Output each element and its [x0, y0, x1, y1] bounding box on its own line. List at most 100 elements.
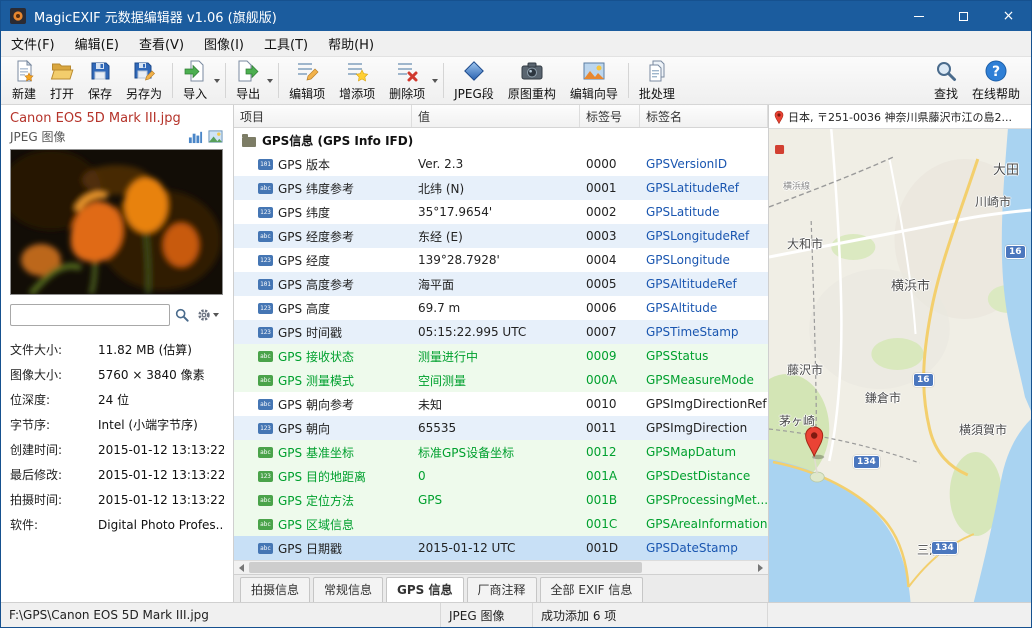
status-file-type: JPEG 图像	[441, 603, 533, 627]
tab-4[interactable]: 全部 EXIF 信息	[539, 577, 644, 602]
menu-item-5[interactable]: 帮助(H)	[318, 31, 384, 56]
minimize-button[interactable]	[896, 1, 941, 31]
rebuild-button[interactable]: 原图重构	[501, 58, 563, 103]
tab-2[interactable]: GPS 信息	[386, 577, 464, 602]
datatype-icon: abc	[258, 182, 273, 194]
row-item-label: GPS 经度	[278, 253, 330, 268]
table-row[interactable]: 123 GPS 纬度 35°17.9654' 0002 GPSLatitude	[234, 200, 768, 224]
row-tag-cell: 0003	[586, 229, 617, 243]
row-tag-cell: 001A	[586, 469, 618, 483]
import-button[interactable]: 导入	[176, 57, 214, 104]
delete-dropdown-arrow[interactable]	[432, 78, 439, 83]
menu-item-3[interactable]: 图像(I)	[194, 31, 254, 56]
save-as-button[interactable]: 另存为	[119, 58, 169, 103]
search-icon[interactable]	[170, 304, 194, 326]
table-row[interactable]: abc GPS 接收状态 测量进行中 0009 GPSStatus	[234, 344, 768, 368]
table-row[interactable]: 101 GPS 版本 Ver. 2.3 0000 GPSVersionID	[234, 152, 768, 176]
gear-icon[interactable]	[194, 304, 224, 326]
datatype-icon: abc	[258, 350, 273, 362]
menu-item-0[interactable]: 文件(F)	[1, 31, 65, 56]
table-row[interactable]: abc GPS 朝向参考 未知 0010 GPSImgDirectionRef	[234, 392, 768, 416]
menu-item-4[interactable]: 工具(T)	[254, 31, 318, 56]
row-item-cell: abc GPS 定位方法	[234, 492, 412, 509]
row-item-label: GPS 朝向参考	[278, 397, 354, 412]
edit-pencil-icon	[295, 59, 319, 83]
import-dropdown-arrow[interactable]	[214, 78, 221, 83]
tab-1[interactable]: 常规信息	[313, 577, 384, 602]
export-button[interactable]: 导出	[229, 57, 267, 104]
table-row[interactable]: 123 GPS 目的地距离 0 001A GPSDestDistance	[234, 464, 768, 488]
open-button[interactable]: 打开	[43, 58, 81, 103]
table-row[interactable]: 123 GPS 朝向 65535 0011 GPSImgDirection	[234, 416, 768, 440]
group-row[interactable]: GPS信息 (GPS Info IFD)	[234, 128, 768, 152]
close-button[interactable]: ×	[986, 1, 1031, 31]
export-icon	[236, 59, 260, 83]
table-row[interactable]: abc GPS 日期戳 2015-01-12 UTC 001D GPSDateStamp	[234, 536, 768, 560]
image-thumbnail[interactable]	[10, 149, 223, 295]
online-help-button[interactable]: ? 在线帮助	[965, 58, 1027, 103]
scrollbar-thumb[interactable]	[249, 562, 643, 573]
add-item-button[interactable]: 增添项	[332, 58, 382, 103]
column-header-tag[interactable]: 标签号	[580, 105, 640, 127]
property-label: 创建时间:	[10, 443, 63, 457]
menu-item-1[interactable]: 编辑(E)	[65, 31, 129, 56]
table-row[interactable]: 123 GPS 时间戳 05:15:22.995 UTC 0007 GPSTimeSta…	[234, 320, 768, 344]
column-header-item[interactable]: 项目	[234, 105, 412, 127]
find-button[interactable]: 查找	[927, 58, 965, 103]
table-header: 项目 值 标签号 标签名	[234, 105, 768, 128]
column-header-tagname[interactable]: 标签名	[640, 105, 768, 127]
row-tagname-cell: GPSLatitudeRef	[646, 181, 739, 195]
column-header-value[interactable]: 值	[412, 105, 580, 127]
row-tag-cell: 000A	[586, 373, 618, 387]
row-tag-cell: 001D	[586, 541, 619, 555]
table-row[interactable]: 123 GPS 经度 139°28.7928' 0004 GPSLongitude	[234, 248, 768, 272]
sidebar: Canon EOS 5D Mark III.jpg JPEG 图像 文件大小: …	[1, 105, 234, 602]
row-value-cell: 139°28.7928'	[418, 253, 500, 267]
scroll-right-button[interactable]	[753, 561, 768, 574]
table-row[interactable]: abc GPS 经度参考 东经 (E) 0003 GPSLongitudeRef	[234, 224, 768, 248]
table-row[interactable]: abc GPS 区域信息 001C GPSAreaInformation	[234, 512, 768, 536]
datatype-icon: 101	[258, 278, 273, 290]
map-address-bar: 日本, 〒251-0036 神奈川県藤沢市江の島2...	[769, 105, 1031, 129]
map-label-3: 大和市	[787, 237, 824, 251]
app-icon	[10, 8, 26, 24]
property-search-input[interactable]	[10, 304, 170, 326]
menu-item-2[interactable]: 查看(V)	[129, 31, 194, 56]
property-value: Intel (小端字节序)	[98, 418, 198, 432]
row-tagname-cell: GPSAreaInformation	[646, 517, 768, 531]
row-tag-cell: 001B	[586, 493, 618, 507]
maximize-button[interactable]	[941, 1, 986, 31]
file-type-label: JPEG 图像	[10, 130, 66, 144]
table-row[interactable]: abc GPS 纬度参考 北纬 (N) 0001 GPSLatitudeRef	[234, 176, 768, 200]
histogram-icon[interactable]	[186, 129, 204, 145]
image-view-icon[interactable]	[206, 129, 224, 145]
map-view[interactable]: 大田川崎市横浜市大和市藤沢市鎌倉市茅ヶ崎横須賀市三浦市横浜線1616134134	[769, 129, 1031, 602]
tab-3[interactable]: 厂商注释	[466, 577, 537, 602]
row-value-cell: 测量进行中	[418, 349, 479, 364]
edit-item-button[interactable]: 编辑项	[282, 58, 332, 103]
table-row[interactable]: abc GPS 基准坐标 标准GPS设备坐标 0012 GPSMapDatum	[234, 440, 768, 464]
wizard-button[interactable]: 编辑向导	[563, 58, 625, 103]
save-button[interactable]: 保存	[81, 58, 119, 103]
batch-button[interactable]: 批处理	[632, 58, 682, 103]
delete-item-button[interactable]: 删除项	[382, 57, 432, 104]
row-tagname-cell: GPSDestDistance	[646, 469, 751, 483]
datatype-icon: abc	[258, 230, 273, 242]
row-item-cell: 123 GPS 纬度	[234, 204, 412, 221]
geocoded-address: 日本, 〒251-0036 神奈川県藤沢市江の島2...	[788, 110, 1012, 124]
row-item-label: GPS 测量模式	[278, 373, 354, 388]
table-row[interactable]: abc GPS 测量模式 空间测量 000A GPSMeasureMode	[234, 368, 768, 392]
datatype-icon: 123	[258, 422, 273, 434]
property-value: 2015-01-12 13:13:22	[98, 467, 224, 482]
tab-0[interactable]: 拍摄信息	[240, 577, 311, 602]
scroll-left-button[interactable]	[234, 561, 249, 574]
export-dropdown-arrow[interactable]	[267, 78, 274, 83]
new-button[interactable]: 新建	[5, 58, 43, 103]
road-badge-0: 16	[913, 373, 934, 387]
table-row[interactable]: 101 GPS 高度参考 海平面 0005 GPSAltitudeRef	[234, 272, 768, 296]
table-row[interactable]: 123 GPS 高度 69.7 m 0006 GPSAltitude	[234, 296, 768, 320]
table-row[interactable]: abc GPS 定位方法 GPS 001B GPSProcessingMet...	[234, 488, 768, 512]
row-value-cell: 69.7 m	[418, 301, 461, 315]
jpeg-segment-button[interactable]: JPEG段	[447, 58, 501, 103]
row-item-label: GPS 定位方法	[278, 493, 354, 508]
